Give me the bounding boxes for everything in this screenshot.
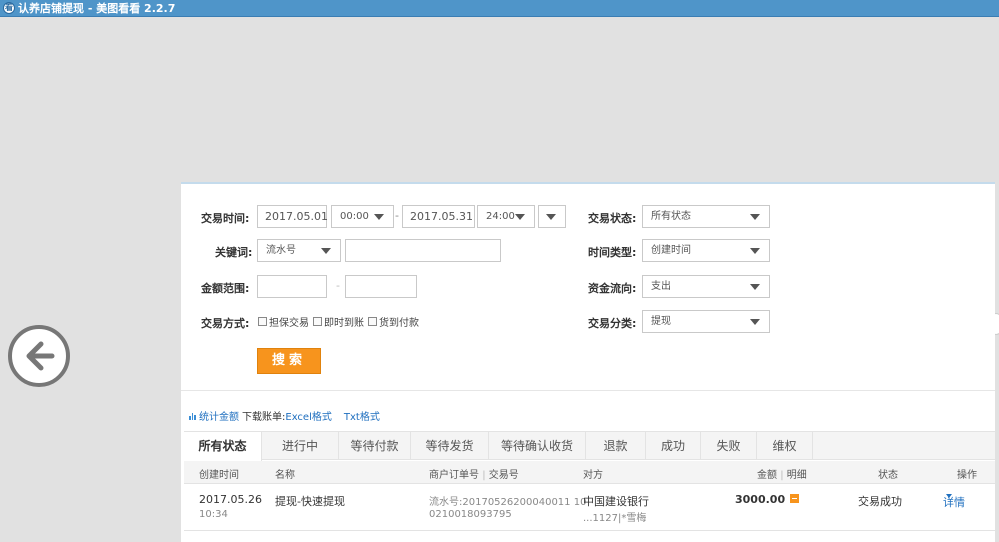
tab-dispute[interactable]: 维权: [757, 432, 813, 460]
chevron-down-icon: [750, 214, 760, 220]
row-account: ...1127|*雪梅: [583, 513, 647, 524]
checkbox-cod-label: 货到付款: [379, 318, 419, 329]
tab-awaiting-receipt[interactable]: 等待确认收货: [489, 432, 586, 460]
chevron-down-icon: [374, 214, 384, 220]
col-action: 操作: [957, 470, 977, 481]
trade-status-label: 交易状态:: [588, 212, 637, 225]
back-button[interactable]: [8, 325, 70, 387]
col-trade-number-label: 交易号: [488, 470, 519, 481]
detail-icon: [790, 494, 799, 503]
time-type-value: 创建时间: [651, 245, 691, 256]
col-order-number-label: 商户订单号: [429, 470, 479, 481]
fund-flow-select[interactable]: 支出: [642, 275, 770, 298]
checkbox-escrow[interactable]: [258, 317, 267, 326]
keyword-type-value: 流水号: [266, 245, 296, 256]
col-amount-detail: 金额 | 明细: [757, 466, 807, 481]
chevron-down-icon: [546, 214, 556, 220]
chevron-down-icon: [515, 214, 525, 220]
status-tabs: 所有状态 进行中 等待付款 等待发货 等待确认收货 退款 成功 失败 维权: [184, 431, 995, 461]
keyword-input[interactable]: [345, 239, 501, 262]
row-status: 交易成功: [858, 495, 902, 508]
checkbox-instant[interactable]: [313, 317, 322, 326]
tab-all-status[interactable]: 所有状态: [184, 432, 262, 461]
tab-success[interactable]: 成功: [646, 432, 701, 460]
app-icon: 看: [3, 2, 15, 14]
search-button[interactable]: 搜索: [257, 348, 321, 374]
withdrawal-panel: 交易时间: 2017.05.01 00:00 - 2017.05.31 24:0…: [181, 182, 995, 542]
start-time-value: 00:00: [340, 211, 369, 222]
amount-range-label: 金额范围:: [201, 282, 250, 295]
row-amount: 3000.00: [735, 493, 786, 506]
trade-status-value: 所有状态: [651, 211, 691, 222]
col-detail-label: 明细: [786, 470, 807, 481]
tab-awaiting-payment[interactable]: 等待付款: [339, 432, 411, 460]
window-title: 认养店铺提现 - 美图看看 2.2.7: [18, 2, 176, 15]
row-date: 2017.05.26: [199, 493, 262, 506]
checkbox-cod[interactable]: [368, 317, 377, 326]
section-divider: [181, 390, 995, 391]
time-type-select[interactable]: 创建时间: [642, 239, 770, 262]
row-name: 提现-快速提现: [275, 495, 345, 508]
col-created-time: 创建时间: [199, 470, 239, 481]
chevron-down-icon: [321, 248, 331, 254]
col-status: 状态: [878, 470, 898, 481]
download-label: 下载账单:: [242, 412, 286, 423]
excel-download-link[interactable]: Excel格式: [285, 408, 332, 423]
fund-flow-value: 支出: [651, 281, 671, 292]
col-separator: |: [482, 470, 486, 481]
stats-download-row: 统计金额 下载账单: Excel格式 Txt格式: [189, 408, 380, 423]
keyword-type-select[interactable]: 流水号: [257, 239, 341, 262]
col-amount-label: 金额: [757, 470, 777, 481]
txt-download-link[interactable]: Txt格式: [344, 408, 380, 423]
tab-in-progress[interactable]: 进行中: [262, 432, 339, 460]
trade-method-label: 交易方式:: [201, 317, 250, 330]
trade-time-label: 交易时间:: [201, 212, 250, 225]
end-time-select[interactable]: 24:00: [477, 205, 535, 228]
amount-min-input[interactable]: [257, 275, 327, 298]
keyword-label: 关键词:: [215, 246, 253, 259]
date-range-separator: -: [395, 209, 399, 222]
col-counterparty: 对方: [583, 470, 603, 481]
chevron-down-icon: [750, 319, 760, 325]
col-order-number: 商户订单号 | 交易号: [429, 466, 519, 481]
tab-refund[interactable]: 退款: [586, 432, 646, 460]
end-time-value: 24:00: [486, 211, 515, 222]
tab-awaiting-shipment[interactable]: 等待发货: [411, 432, 489, 460]
start-time-select[interactable]: 00:00: [331, 205, 394, 228]
trade-status-select[interactable]: 所有状态: [642, 205, 770, 228]
col-name: 名称: [275, 470, 295, 481]
table-row: 2017.05.26 10:34 提现-快速提现 流水号:20170526200…: [184, 485, 995, 531]
tab-failed[interactable]: 失败: [701, 432, 757, 460]
row-time: 10:34: [199, 509, 228, 520]
row-serial-line1: 流水号:20170526200040011 10: [429, 497, 587, 508]
col-separator-2: |: [780, 470, 784, 481]
stat-amount-link[interactable]: 统计金额: [199, 408, 239, 423]
fund-flow-label: 资金流向:: [588, 282, 637, 295]
end-date-input[interactable]: 2017.05.31: [402, 205, 475, 228]
start-date-input[interactable]: 2017.05.01: [257, 205, 328, 228]
trade-category-label: 交易分类:: [588, 317, 637, 330]
trade-category-value: 提现: [651, 316, 671, 327]
chevron-down-icon: [750, 284, 760, 290]
arrow-left-icon: [26, 341, 55, 371]
title-bar: 看 认养店铺提现 - 美图看看 2.2.7: [0, 0, 999, 17]
trade-method-checkboxes: 担保交易 即时到账 货到付款: [258, 314, 423, 329]
chevron-down-icon: [750, 248, 760, 254]
bar-chart-icon: [189, 412, 197, 420]
quick-range-select[interactable]: [538, 205, 566, 228]
row-serial-line2: 0210018093795: [429, 509, 512, 520]
checkbox-escrow-label: 担保交易: [269, 318, 309, 329]
time-type-label: 时间类型:: [588, 246, 637, 259]
amount-range-separator: -: [336, 279, 340, 292]
table-header: 创建时间 名称 商户订单号 | 交易号 对方 金额 | 明细 状态 操作: [184, 461, 995, 484]
trade-category-select[interactable]: 提现: [642, 310, 770, 333]
caret-down-icon: [946, 494, 952, 498]
row-bank: 中国建设银行: [583, 495, 649, 508]
checkbox-instant-label: 即时到账: [324, 318, 364, 329]
amount-max-input[interactable]: [345, 275, 417, 298]
